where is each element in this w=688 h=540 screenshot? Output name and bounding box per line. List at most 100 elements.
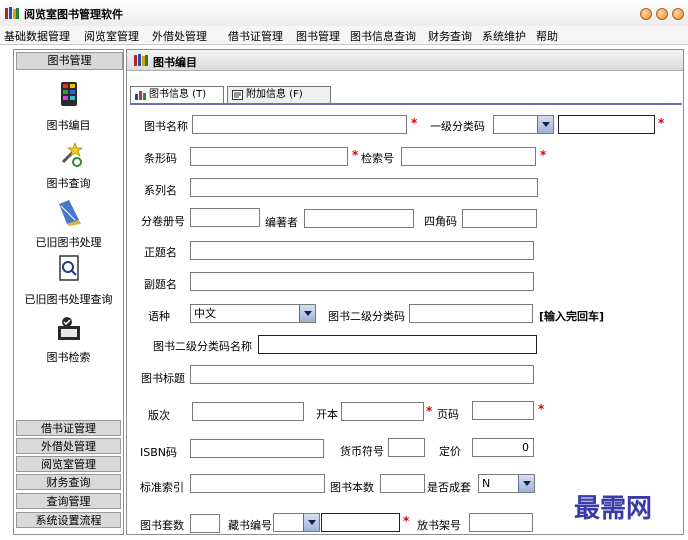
sidebar-item-old-books[interactable]: 已旧图书处理 [14, 234, 123, 250]
sidebar-item-query[interactable]: 图书查询 [14, 175, 123, 191]
menu-help[interactable]: 帮助 [536, 28, 558, 44]
category2-name-input[interactable] [258, 335, 537, 354]
required-marker: * [540, 148, 547, 162]
chevron-down-icon[interactable] [518, 475, 534, 492]
shelf-no-input[interactable] [469, 513, 533, 532]
menu-basic-data[interactable]: 基础数据管理 [4, 28, 70, 44]
required-marker: * [538, 402, 545, 416]
sidebar-cat-reading-room[interactable]: 阅览室管理 [16, 456, 121, 472]
search-no-label: 检索号 [361, 152, 394, 165]
language-label: 语种 [148, 310, 170, 323]
edition-input[interactable] [192, 402, 304, 421]
chevron-down-icon[interactable] [537, 116, 553, 133]
sidebar-header[interactable]: 图书管理 [16, 52, 123, 70]
shelf-no-label: 放书架号 [417, 519, 461, 532]
menu-finance-query[interactable]: 财务查询 [428, 28, 472, 44]
tab-extra-info[interactable]: 附加信息 (F) [227, 86, 331, 104]
menu-book-query[interactable]: 图书信息查询 [350, 28, 416, 44]
menu-bar: 基础数据管理 阅览室管理 外借处管理 借书证管理 图书管理 图书信息查询 财务查… [0, 26, 688, 45]
set-count-input[interactable] [190, 514, 220, 533]
page-title: 图书编目 [153, 56, 197, 69]
format-input[interactable] [341, 402, 424, 421]
collection-no-label: 藏书编号 [228, 519, 272, 532]
author-label: 编著者 [265, 216, 298, 229]
book-count-input[interactable] [380, 474, 425, 493]
search-no-input[interactable] [401, 147, 536, 166]
menu-reading-room[interactable]: 阅览室管理 [84, 28, 139, 44]
barcode-input[interactable] [190, 147, 348, 166]
category1-name-input[interactable] [558, 115, 655, 134]
window-title: 阅览室图书管理软件 [24, 8, 123, 21]
chevron-down-icon[interactable] [303, 514, 319, 531]
author-input[interactable] [304, 209, 414, 228]
standard-index-input[interactable] [190, 474, 325, 493]
format-label: 开本 [316, 408, 338, 421]
maximize-button[interactable] [656, 8, 668, 20]
category2-label: 图书二级分类码 [328, 310, 405, 323]
watermark: 最需网 [574, 494, 653, 524]
book-subject-input[interactable] [190, 365, 534, 384]
required-marker: * [411, 116, 418, 130]
price-label: 定价 [439, 445, 461, 458]
category2-hint: [输入完回车] [539, 310, 605, 323]
menu-lending[interactable]: 外借处管理 [152, 28, 207, 44]
sidebar-cat-system-flow[interactable]: 系统设置流程 [16, 512, 121, 528]
menu-book-management[interactable]: 图书管理 [296, 28, 340, 44]
collection-no-input[interactable] [321, 513, 400, 532]
language-dropdown[interactable]: 中文 [190, 304, 316, 323]
books-icon [134, 54, 148, 66]
is-set-label: 是否成套 [427, 481, 471, 494]
book-name-label: 图书名称 [144, 120, 188, 133]
set-count-label: 图书套数 [140, 519, 184, 532]
tab-book-info[interactable]: 图书信息 (T) [130, 86, 224, 104]
isbn-input[interactable] [190, 439, 324, 458]
four-corner-input[interactable] [462, 209, 537, 228]
sub-title-input[interactable] [190, 272, 534, 291]
main-title-input[interactable] [190, 241, 534, 260]
menu-system[interactable]: 系统维护 [482, 28, 526, 44]
barcode-label: 条形码 [144, 152, 177, 165]
tab-extra-info-label: 附加信息 (F) [246, 89, 303, 100]
sidebar-cat-lending[interactable]: 外借处管理 [16, 438, 121, 454]
currency-input[interactable] [388, 438, 425, 457]
books-icon [5, 7, 19, 19]
broom-icon[interactable] [55, 198, 83, 226]
category2-input[interactable] [409, 304, 533, 323]
menu-library-card[interactable]: 借书证管理 [228, 28, 283, 44]
is-set-dropdown[interactable]: N [478, 474, 535, 493]
pages-label: 页码 [437, 408, 459, 421]
sidebar-cat-library-card[interactable]: 借书证管理 [16, 420, 121, 436]
collection-no-dropdown[interactable] [273, 513, 320, 532]
series-input[interactable] [190, 178, 538, 197]
price-input[interactable]: 0 [472, 438, 534, 457]
currency-label: 货币符号 [340, 445, 384, 458]
category1-label: 一级分类码 [430, 120, 485, 133]
isbn-label: ISBN码 [140, 446, 178, 459]
four-corner-label: 四角码 [424, 215, 457, 228]
close-button[interactable] [672, 8, 684, 20]
sidebar-cat-query[interactable]: 查询管理 [16, 493, 121, 509]
magic-wand-icon[interactable] [55, 140, 83, 168]
volume-input[interactable] [190, 208, 260, 227]
category1-dropdown[interactable] [493, 115, 554, 134]
catalog-icon[interactable] [55, 80, 83, 108]
pages-input[interactable] [472, 401, 534, 420]
tab-book-info-label: 图书信息 (T) [149, 89, 207, 100]
required-marker: * [352, 148, 359, 162]
required-marker: * [658, 116, 665, 130]
category2-name-label: 图书二级分类码名称 [153, 340, 252, 353]
minimize-button[interactable] [640, 8, 652, 20]
sidebar-item-retrieval[interactable]: 图书检索 [14, 349, 123, 365]
main-header: 图书编目 [127, 50, 683, 71]
sub-title-label: 副题名 [144, 278, 177, 291]
sidebar-item-old-books-query[interactable]: 已旧图书处理查询 [14, 291, 123, 307]
required-marker: * [426, 404, 433, 418]
edition-label: 版次 [148, 409, 170, 422]
sidebar-item-catalog[interactable]: 图书编目 [14, 117, 123, 133]
search-document-icon[interactable] [55, 254, 83, 282]
chevron-down-icon[interactable] [299, 305, 315, 322]
sidebar-cat-finance[interactable]: 财务查询 [16, 474, 121, 490]
series-label: 系列名 [144, 184, 177, 197]
book-name-input[interactable] [192, 115, 407, 134]
retrieval-icon[interactable] [55, 316, 83, 344]
